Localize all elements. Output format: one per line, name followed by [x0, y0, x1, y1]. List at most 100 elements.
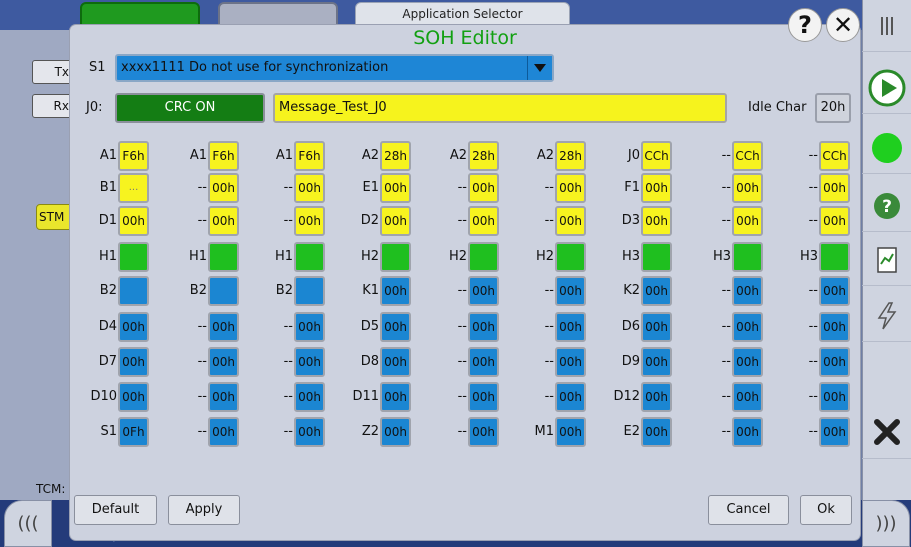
soh-byte-value-button[interactable]: 00h [641, 312, 672, 342]
soh-byte-value-button[interactable]: 00h [641, 417, 672, 447]
soh-byte-value-button[interactable]: 00h [555, 173, 586, 203]
soh-byte-value-button[interactable]: 00h [641, 206, 672, 236]
close-dialog-button[interactable]: ✕ [826, 8, 860, 42]
soh-byte-value-button[interactable]: 00h [468, 382, 499, 412]
soh-byte-value-button[interactable]: 00h [732, 206, 763, 236]
soh-byte-value-button[interactable]: 00h [732, 276, 763, 306]
soh-byte-value-button[interactable]: 00h [468, 312, 499, 342]
soh-byte-value-button[interactable]: 00h [208, 347, 239, 377]
soh-byte-value-button[interactable]: 00h [555, 206, 586, 236]
soh-byte-value-button[interactable]: 00h [380, 206, 411, 236]
soh-byte-value-button[interactable]: 28h [380, 141, 411, 171]
soh-byte-value-button[interactable]: 00h [468, 276, 499, 306]
soh-byte-value-button[interactable] [294, 276, 325, 306]
soh-byte-value-button[interactable]: 00h [294, 312, 325, 342]
chevron-down-icon[interactable] [527, 56, 552, 80]
soh-byte-value-button[interactable]: 00h [732, 382, 763, 412]
soh-byte-value-button[interactable]: 00h [468, 417, 499, 447]
close-icon[interactable] [862, 405, 911, 459]
soh-byte-value-button[interactable]: 00h [294, 382, 325, 412]
soh-byte-value-button[interactable]: 00h [732, 417, 763, 447]
soh-byte-value-button[interactable]: 00h [208, 312, 239, 342]
soh-byte-value-button[interactable]: 00h [819, 382, 850, 412]
soh-byte-value-button[interactable] [819, 242, 850, 272]
soh-byte-value-button[interactable]: 00h [641, 276, 672, 306]
nav-right-button[interactable]: ))) [862, 500, 910, 547]
soh-byte-value-button[interactable] [118, 242, 149, 272]
soh-byte-value-button[interactable]: F6h [118, 141, 149, 171]
soh-byte-value-button[interactable]: 00h [819, 347, 850, 377]
soh-byte-value-button[interactable]: 00h [732, 347, 763, 377]
soh-byte-value-button[interactable]: 00h [641, 382, 672, 412]
soh-byte-value-button[interactable]: 00h [555, 312, 586, 342]
soh-byte-value-button[interactable]: 00h [732, 173, 763, 203]
soh-byte-value-button[interactable]: 28h [555, 141, 586, 171]
soh-byte-value-button[interactable]: 00h [468, 206, 499, 236]
soh-byte-value-button[interactable]: F6h [294, 141, 325, 171]
soh-byte-value-button[interactable]: 00h [380, 417, 411, 447]
soh-byte-value-button[interactable]: 00h [208, 382, 239, 412]
help-button[interactable]: ? [788, 8, 822, 42]
soh-byte-value-button[interactable] [555, 242, 586, 272]
soh-byte-value-button[interactable]: 00h [555, 382, 586, 412]
soh-byte-value-button[interactable]: 00h [118, 347, 149, 377]
soh-byte-value-button[interactable]: 00h [819, 173, 850, 203]
soh-byte-value-button[interactable] [641, 242, 672, 272]
soh-byte-value-button[interactable]: 00h [555, 276, 586, 306]
soh-byte-value-button[interactable]: 00h [380, 382, 411, 412]
cancel-button[interactable]: Cancel [708, 495, 789, 525]
soh-byte-value-button[interactable]: F6h [208, 141, 239, 171]
report-icon[interactable] [862, 234, 911, 286]
crc-toggle-button[interactable]: CRC ON [115, 93, 265, 123]
menu-icon[interactable] [862, 0, 911, 52]
soh-byte-value-button[interactable]: 0Fh [118, 417, 149, 447]
soh-byte-value-button[interactable]: CCh [732, 141, 763, 171]
soh-byte-value-button[interactable] [380, 242, 411, 272]
idle-char-button[interactable]: 20h [815, 93, 851, 123]
soh-byte-value-button[interactable]: ... [118, 173, 149, 203]
soh-byte-value-button[interactable]: 00h [641, 347, 672, 377]
soh-byte-value-button[interactable] [468, 242, 499, 272]
soh-byte-value-button[interactable]: 00h [118, 312, 149, 342]
soh-byte-value-button[interactable]: 00h [294, 417, 325, 447]
soh-byte-value-button[interactable]: 00h [555, 347, 586, 377]
soh-byte-value-button[interactable] [732, 242, 763, 272]
soh-byte-value-button[interactable]: 00h [208, 173, 239, 203]
soh-byte-value-button[interactable]: 00h [380, 173, 411, 203]
soh-byte-value-button[interactable]: 00h [380, 276, 411, 306]
soh-byte-value-button[interactable] [294, 242, 325, 272]
soh-byte-value-button[interactable]: CCh [641, 141, 672, 171]
soh-byte-value-button[interactable]: 00h [555, 417, 586, 447]
soh-byte-value-button[interactable]: 00h [819, 206, 850, 236]
play-icon[interactable] [862, 62, 911, 114]
soh-byte-value-button[interactable]: 00h [294, 206, 325, 236]
j0-message-input[interactable]: Message_Test_J0 [273, 93, 727, 123]
soh-byte-value-button[interactable]: 00h [118, 206, 149, 236]
soh-byte-value-button[interactable]: 00h [294, 173, 325, 203]
soh-byte-value-button[interactable]: 00h [208, 206, 239, 236]
soh-byte-value-button[interactable]: 00h [732, 312, 763, 342]
soh-byte-value-button[interactable] [208, 276, 239, 306]
soh-byte-value-button[interactable]: 00h [641, 173, 672, 203]
soh-byte-value-button[interactable]: 00h [468, 173, 499, 203]
soh-byte-value-button[interactable]: CCh [819, 141, 850, 171]
soh-byte-value-button[interactable] [208, 242, 239, 272]
s1-select[interactable]: xxxx1111 Do not use for synchronization [115, 54, 554, 82]
ok-button[interactable]: Ok [800, 495, 852, 525]
soh-byte-value-button[interactable]: 28h [468, 141, 499, 171]
soh-byte-value-button[interactable]: 00h [819, 417, 850, 447]
soh-byte-value-button[interactable] [118, 276, 149, 306]
nav-left-button[interactable]: ((( [4, 500, 52, 547]
apply-button[interactable]: Apply [168, 495, 240, 525]
soh-byte-value-button[interactable]: 00h [819, 312, 850, 342]
soh-byte-value-button[interactable]: 00h [380, 312, 411, 342]
default-button[interactable]: Default [74, 495, 157, 525]
soh-byte-value-button[interactable]: 00h [468, 347, 499, 377]
soh-byte-value-button[interactable]: 00h [208, 417, 239, 447]
soh-byte-value-button[interactable]: 00h [294, 347, 325, 377]
lightning-icon[interactable] [862, 290, 911, 342]
soh-byte-value-button[interactable]: 00h [380, 347, 411, 377]
help-icon[interactable]: ? [862, 180, 911, 232]
soh-byte-value-button[interactable]: 00h [819, 276, 850, 306]
soh-byte-value-button[interactable]: 00h [118, 382, 149, 412]
